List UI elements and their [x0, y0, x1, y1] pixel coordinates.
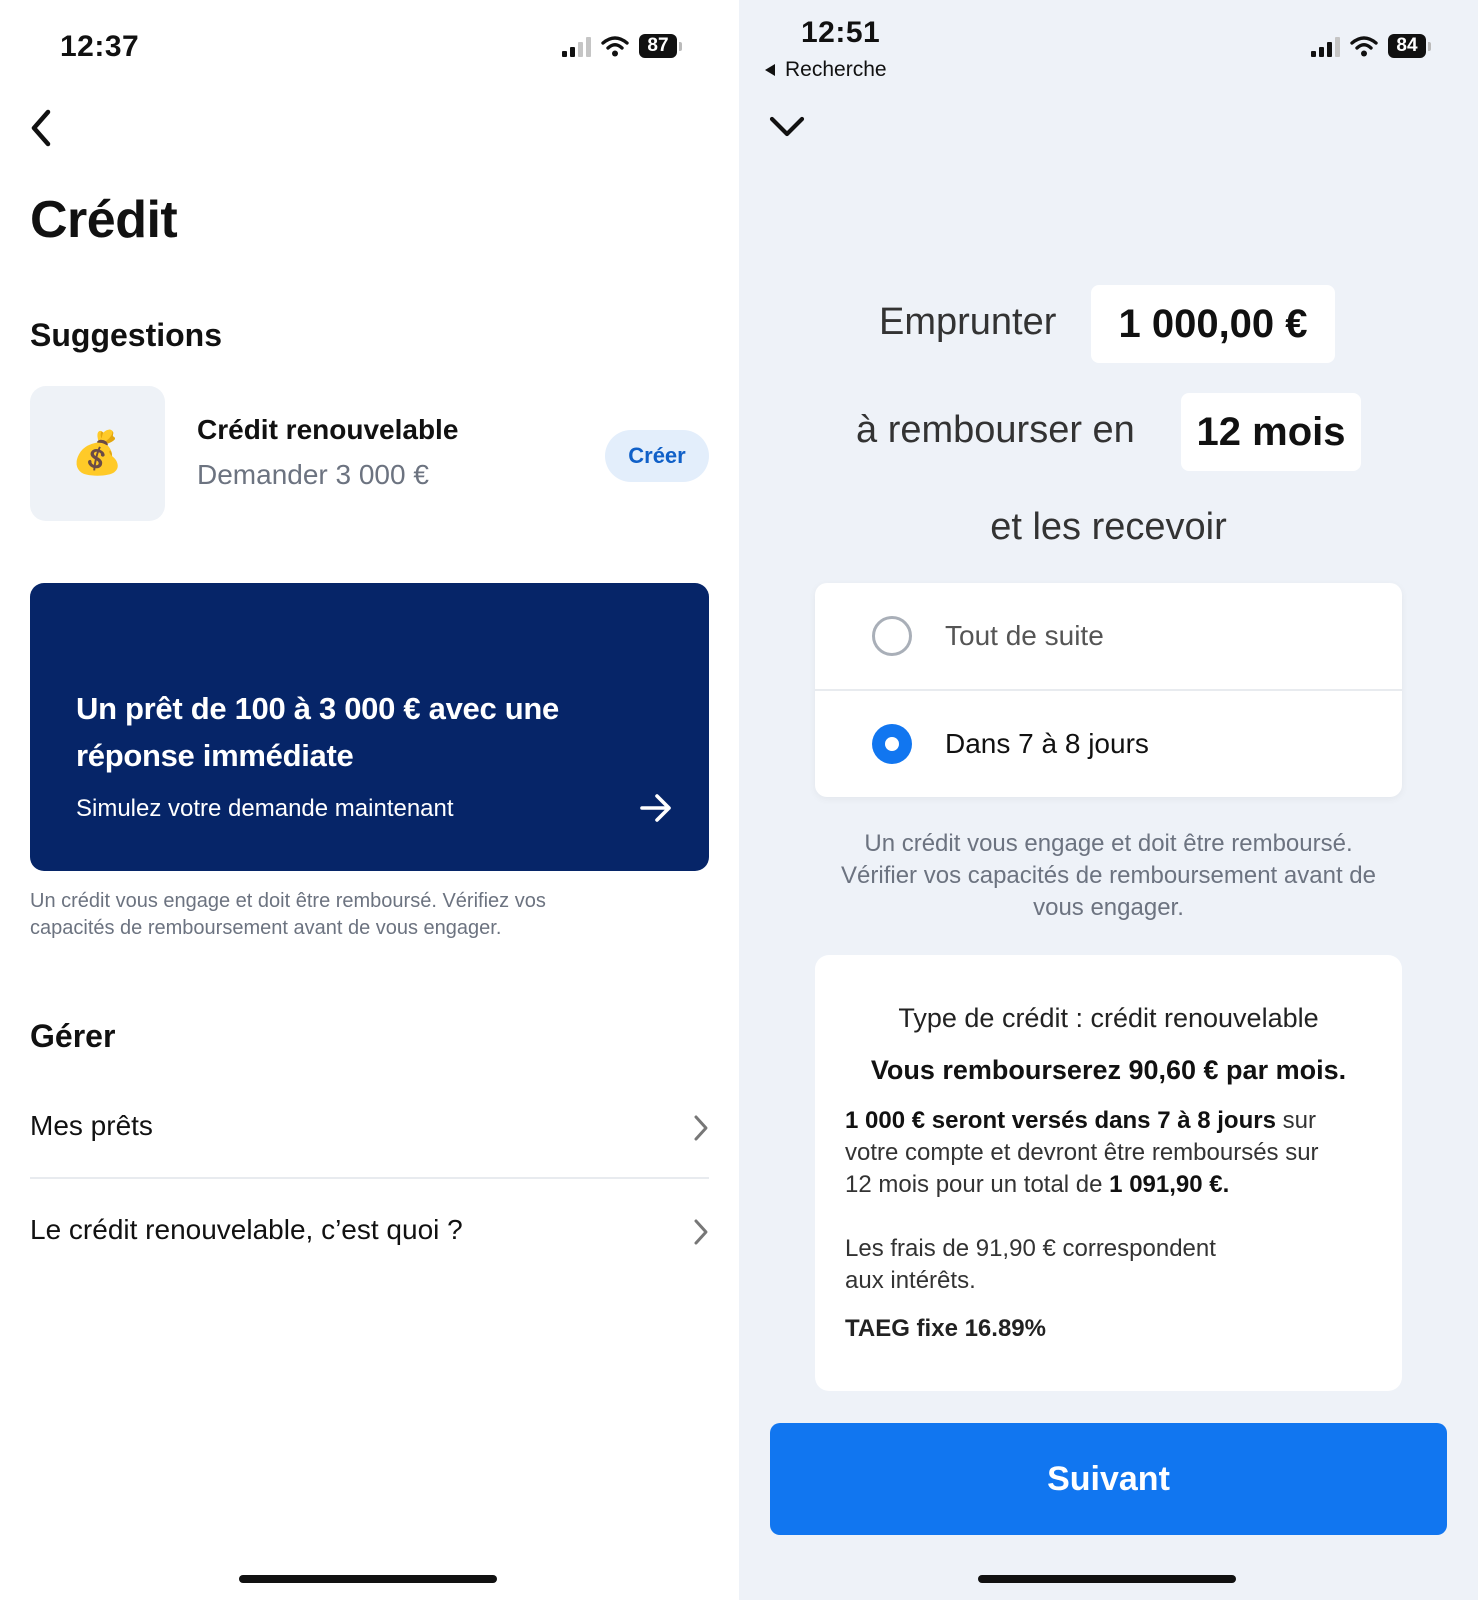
disbursement-line1: 1 000 € seront versés dans 7 à 8 jours s… [845, 1105, 1316, 1137]
page-title: Crédit [30, 191, 178, 249]
list-item-my-loans[interactable]: Mes prêts [30, 1088, 709, 1178]
status-time: 12:51 [801, 16, 881, 49]
receive-label: et les recevoir [990, 506, 1227, 548]
disclaimer-line3: vous engager. [1033, 894, 1184, 921]
promo-title-line2: réponse immédiate [76, 738, 354, 773]
borrow-label: Emprunter [879, 301, 1057, 343]
back-label: Recherche [785, 58, 887, 81]
wifi-icon [601, 36, 629, 57]
list-item-label: Mes prêts [30, 1110, 153, 1141]
money-bag-icon: 💰 [30, 386, 165, 521]
arrow-right-icon [640, 794, 671, 822]
next-button[interactable]: Suivant [770, 1423, 1447, 1535]
chevron-right-icon [694, 1115, 708, 1141]
duration-field[interactable]: 12 mois [1181, 393, 1361, 471]
option-label: Dans 7 à 8 jours [945, 728, 1149, 759]
disclaimer-line2: Vérifier vos capacités de remboursement … [841, 862, 1376, 889]
status-time: 12:37 [60, 30, 140, 63]
promo-title-line1: Un prêt de 100 à 3 000 € avec une [76, 691, 559, 726]
money-bag-glyph: 💰 [71, 429, 124, 476]
disclaimer-line1: Un crédit vous engage et doit être rembo… [864, 830, 1353, 857]
option-label: Tout de suite [945, 620, 1104, 651]
suggestions-heading: Suggestions [30, 317, 223, 353]
taeg-rate: TAEG fixe 16.89% [845, 1315, 1046, 1342]
manage-heading: Gérer [30, 1018, 116, 1054]
battery-icon: 87 [639, 34, 682, 58]
suggestion-title: Crédit renouvelable [197, 414, 459, 445]
suggestion-subtitle: Demander 3 000 € [197, 459, 429, 490]
loan-simulator-screen: 12:51 Recherche 84 Emprunter 1 000,00 € … [739, 0, 1478, 1600]
home-indicator [978, 1575, 1236, 1583]
total-amount: 1 091,90 €. [1109, 1171, 1230, 1198]
option-7-8-days[interactable]: Dans 7 à 8 jours [815, 691, 1402, 797]
disbursement-line2: votre compte et devront être remboursés … [845, 1139, 1319, 1166]
disbursement-amount: 1 000 € seront versés dans 7 à 8 jours [845, 1107, 1276, 1134]
amount-field[interactable]: 1 000,00 € [1091, 285, 1335, 363]
disclaimer-line1: Un crédit vous engage et doit être rembo… [30, 890, 546, 912]
status-icons: 87 [562, 34, 682, 58]
status-icons: 84 [1311, 34, 1431, 58]
suggestion-card[interactable]: 💰 Crédit renouvelable Demander 3 000 € C… [30, 386, 709, 523]
battery-level: 84 [1388, 34, 1426, 58]
back-chevron-icon[interactable] [28, 108, 54, 148]
promo-subtitle: Simulez votre demande maintenant [76, 795, 454, 822]
repay-label: à rembourser en [856, 409, 1135, 451]
battery-level: 87 [639, 34, 677, 58]
cellular-signal-icon [562, 35, 591, 57]
option-immediate[interactable]: Tout de suite [815, 583, 1402, 689]
chevron-right-icon [694, 1219, 708, 1245]
list-divider [30, 1177, 709, 1179]
monthly-payment: Vous rembourserez 90,60 € par mois. [870, 1055, 1347, 1085]
total-text: 12 mois pour un total de [845, 1171, 1110, 1198]
cellular-signal-icon [1311, 35, 1340, 57]
home-indicator [239, 1575, 497, 1583]
list-item-what-is-revolving-credit[interactable]: Le crédit renouvelable, c’est quoi ? [30, 1182, 709, 1282]
loan-summary-card: Type de crédit : crédit renouvelable Vou… [815, 955, 1402, 1391]
fees-line2: aux intérêts. [845, 1267, 976, 1294]
credit-screen: 12:37 87 Crédit Suggestions 💰 Crédit ren… [0, 0, 739, 1600]
wifi-icon [1350, 36, 1378, 57]
battery-icon: 84 [1388, 34, 1431, 58]
back-to-search[interactable]: Recherche [763, 58, 887, 82]
disbursement-text: sur [1275, 1107, 1316, 1134]
create-button[interactable]: Créer [605, 430, 709, 482]
radio-unselected-icon[interactable] [872, 616, 912, 656]
disclaimer-line2: capacités de remboursement avant de vous… [30, 917, 502, 939]
promo-banner[interactable]: Un prêt de 100 à 3 000 € avec une répons… [30, 583, 709, 871]
list-item-label: Le crédit renouvelable, c’est quoi ? [30, 1214, 463, 1245]
credit-type: Type de crédit : crédit renouvelable [898, 1003, 1319, 1033]
chevron-down-icon[interactable] [769, 116, 805, 138]
radio-selected-icon[interactable] [872, 724, 912, 764]
back-triangle-icon [765, 64, 775, 76]
disbursement-options: Tout de suite Dans 7 à 8 jours [815, 583, 1402, 797]
fees-line1: Les frais de 91,90 € correspondent [845, 1235, 1216, 1262]
disbursement-line3: 12 mois pour un total de 1 091,90 €. [845, 1169, 1229, 1201]
